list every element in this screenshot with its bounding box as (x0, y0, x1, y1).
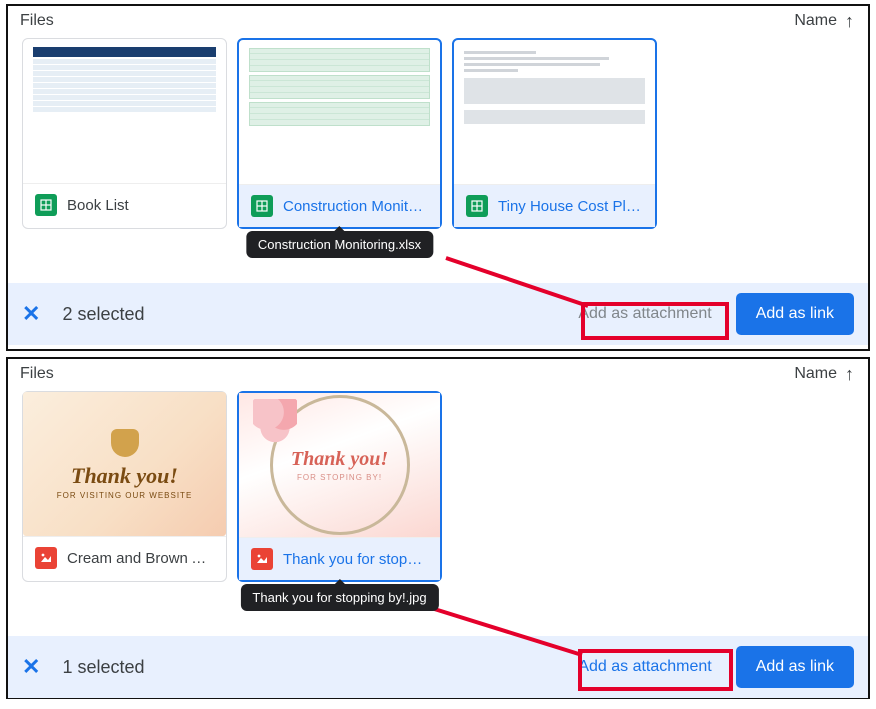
file-thumbnail (23, 39, 226, 183)
close-icon[interactable]: ✕ (22, 654, 40, 680)
file-card-cream-brown[interactable]: Thank you! FOR VISITING OUR WEBSITE Crea… (22, 391, 227, 582)
file-picker-panel-top: Files Name ↑ Book List (6, 4, 870, 351)
thumb-sub: FOR STOPING BY! (297, 473, 382, 482)
file-thumbnail: Thank you! FOR VISITING OUR WEBSITE (23, 392, 226, 536)
sort-control[interactable]: Name ↑ (794, 12, 854, 30)
thumb-title: Thank you! (291, 448, 388, 471)
section-title: Files (20, 12, 54, 30)
arrow-up-icon: ↑ (845, 12, 854, 30)
section-title: Files (20, 365, 54, 383)
selection-count: 2 selected (62, 304, 144, 325)
image-icon (35, 547, 57, 569)
file-name: Thank you for stopp… (283, 551, 428, 568)
arrow-up-icon: ↑ (845, 365, 854, 383)
file-name: Cream and Brown A… (67, 550, 214, 567)
selection-bar: ✕ 2 selected Add as attachment Add as li… (8, 283, 868, 345)
file-card-book-list[interactable]: Book List (22, 38, 227, 229)
file-thumbnail (454, 40, 655, 184)
panel-header: Files Name ↑ (8, 359, 868, 385)
file-grid: Book List Construction Monit… Constructi… (8, 32, 868, 229)
sheets-icon (251, 195, 273, 217)
file-picker-panel-bottom: Files Name ↑ Thank you! FOR VISITING OUR… (6, 357, 870, 699)
tooltip: Construction Monitoring.xlsx (246, 231, 433, 258)
thumb-title: Thank you! (71, 463, 178, 489)
sort-control[interactable]: Name ↑ (794, 365, 854, 383)
sheets-icon (35, 194, 57, 216)
panel-header: Files Name ↑ (8, 6, 868, 32)
file-thumbnail (239, 40, 440, 184)
file-grid: Thank you! FOR VISITING OUR WEBSITE Crea… (8, 385, 868, 582)
file-card-thank-you[interactable]: Thank you! FOR STOPING BY! Thank you for… (237, 391, 442, 582)
sheets-icon (466, 195, 488, 217)
file-name: Construction Monit… (283, 198, 423, 215)
close-icon[interactable]: ✕ (22, 301, 40, 327)
add-as-attachment-button: Add as attachment (570, 297, 719, 331)
tooltip: Thank you for stopping by!.jpg (240, 584, 438, 611)
file-thumbnail: Thank you! FOR STOPING BY! (239, 393, 440, 537)
file-card-tiny-house[interactable]: Tiny House Cost Pl… (452, 38, 657, 229)
sort-label: Name (794, 365, 837, 383)
file-name: Tiny House Cost Pl… (498, 198, 641, 215)
selection-count: 1 selected (62, 657, 144, 678)
selection-bar: ✕ 1 selected Add as attachment Add as li… (8, 636, 868, 698)
add-as-attachment-button[interactable]: Add as attachment (570, 650, 719, 684)
add-as-link-button[interactable]: Add as link (736, 293, 854, 335)
thumb-sub: FOR VISITING OUR WEBSITE (57, 491, 193, 500)
add-as-link-button[interactable]: Add as link (736, 646, 854, 688)
sort-label: Name (794, 12, 837, 30)
image-icon (251, 548, 273, 570)
file-card-construction-monitoring[interactable]: Construction Monit… Construction Monitor… (237, 38, 442, 229)
file-name: Book List (67, 197, 129, 214)
